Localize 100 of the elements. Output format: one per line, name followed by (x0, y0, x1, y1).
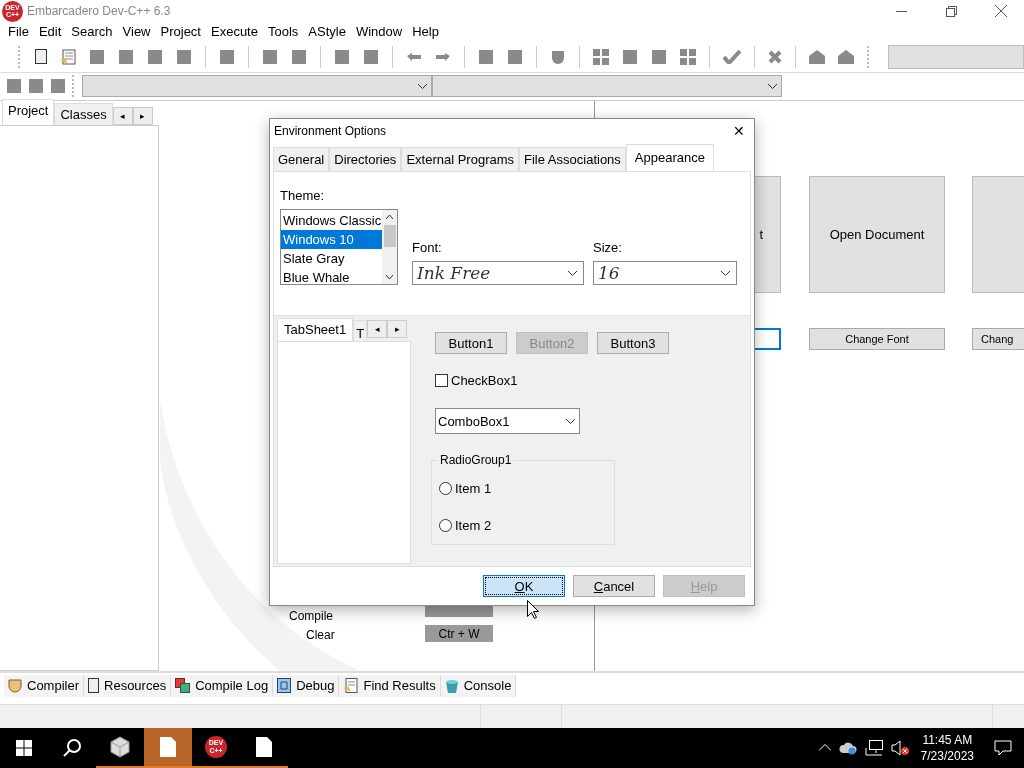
radio-button[interactable] (439, 519, 452, 532)
output-tab[interactable]: Compile Log (171, 674, 274, 697)
output-tab[interactable]: Find Results (339, 674, 441, 697)
minimize-icon[interactable] (895, 10, 907, 12)
menu-item[interactable]: Execute (206, 24, 263, 40)
notepad-icon[interactable] (60, 48, 76, 65)
chevron-up-icon[interactable] (818, 744, 831, 752)
font-dropdown[interactable]: Ink Free (412, 261, 584, 285)
search-icon[interactable] (62, 738, 82, 758)
network-icon[interactable] (864, 740, 883, 756)
grid-icon[interactable] (593, 48, 609, 65)
square-icon[interactable] (363, 48, 379, 65)
dialog-title: Environment Options (274, 124, 388, 138)
dialog-tab[interactable]: File Associations (519, 147, 626, 171)
square-icon[interactable] (50, 78, 66, 95)
font-label: Font: (412, 240, 443, 255)
checkbox[interactable] (435, 374, 448, 387)
square-icon[interactable] (176, 48, 192, 65)
dialog-tab[interactable]: General (273, 147, 330, 171)
square-icon[interactable] (651, 48, 667, 65)
theme-list[interactable]: Windows Classic Windows 10 Slate Gray Blue Whale (280, 209, 398, 285)
menu-item[interactable]: Window (350, 24, 408, 40)
tab-label: Resources (104, 678, 167, 693)
combo-box[interactable]: ComboBox1 (435, 408, 580, 434)
list-item[interactable]: Slate Gray (281, 249, 382, 268)
radio-label: Item 2 (455, 518, 492, 533)
menu-item[interactable]: Tools (262, 24, 304, 40)
sample-button[interactable]: Button3 (597, 332, 669, 354)
redo-icon[interactable] (435, 51, 451, 62)
tab-label: Compile Log (195, 678, 269, 693)
menu-item[interactable]: Project (155, 24, 206, 40)
square-icon[interactable] (118, 48, 134, 65)
speaker-muted-icon[interactable] (890, 740, 909, 756)
menu-item[interactable]: View (117, 24, 156, 40)
square-icon[interactable] (219, 48, 235, 65)
panel-tab[interactable]: Project (2, 99, 55, 126)
square-icon[interactable] (478, 48, 494, 65)
dialog-tab[interactable]: External Programs (401, 147, 520, 171)
caret-icon[interactable] (566, 418, 575, 424)
square-icon[interactable] (291, 48, 307, 65)
grid-icon[interactable] (680, 48, 696, 65)
preview-tab[interactable]: T (353, 320, 368, 343)
square-icon[interactable] (147, 48, 163, 65)
square-icon[interactable] (89, 48, 105, 65)
undo-icon[interactable] (406, 51, 422, 62)
menu-item[interactable]: File (3, 24, 34, 40)
scroll-left-button[interactable]: ◂ (367, 320, 388, 338)
output-tab[interactable]: Console (440, 674, 517, 697)
panel-tab[interactable]: Classes (54, 103, 113, 126)
square-icon[interactable] (6, 78, 22, 95)
square-icon[interactable] (622, 48, 638, 65)
menu-item[interactable]: Search (66, 24, 118, 40)
radio-button[interactable] (439, 482, 452, 495)
output-tab[interactable]: Compiler (4, 674, 84, 697)
shield-icon[interactable] (550, 48, 566, 65)
dialog-tab[interactable]: Appearance (625, 144, 714, 171)
menu-item[interactable]: AStyle (303, 24, 351, 40)
caret-icon[interactable] (721, 270, 730, 276)
combo-value: ComboBox1 (438, 413, 510, 429)
welcome-button[interactable]: Change Font (809, 328, 945, 351)
dialog-button[interactable]: Cancel (573, 575, 655, 597)
shortcut-key: Ctr + W (425, 625, 493, 643)
scrollbar[interactable] (382, 210, 397, 284)
caret-icon[interactable] (418, 83, 427, 89)
welcome-tile[interactable]: Open Document (809, 176, 945, 294)
checkbox-label: CheckBox1 (451, 373, 518, 388)
house-icon[interactable] (838, 49, 854, 64)
sample-button[interactable]: Button1 (435, 332, 507, 354)
size-dropdown[interactable]: 16 (593, 261, 737, 285)
dialog-tab[interactable]: Directories (329, 147, 402, 171)
dialog-button[interactable]: OK (483, 575, 565, 597)
notification-icon[interactable] (994, 740, 1012, 756)
scroll-left-button[interactable]: ◂ (112, 107, 133, 126)
menu-item[interactable]: Edit (33, 24, 67, 40)
new-file-icon[interactable] (35, 49, 47, 65)
square-icon[interactable] (334, 48, 350, 65)
preview-tab[interactable]: TabSheet1 (277, 318, 354, 341)
close-icon[interactable] (995, 5, 1007, 17)
caret-icon[interactable] (768, 83, 777, 89)
square-icon[interactable] (262, 48, 278, 65)
output-tab[interactable]: Resources (84, 674, 172, 697)
menu-item[interactable]: Help (407, 24, 444, 40)
restore-icon[interactable] (945, 5, 957, 17)
cloud-icon[interactable] (838, 741, 857, 755)
list-item[interactable]: Windows Classic (281, 211, 382, 230)
square-icon[interactable] (507, 48, 523, 65)
scroll-right-button[interactable]: ▸ (132, 107, 153, 126)
check-icon[interactable] (723, 49, 741, 64)
debug-icon (277, 678, 292, 693)
cross-icon[interactable] (768, 49, 782, 64)
scroll-right-button[interactable]: ▸ (387, 320, 408, 338)
output-tab[interactable]: Debug (273, 674, 340, 697)
close-button[interactable]: ✕ (724, 123, 754, 139)
welcome-button[interactable]: Chang (972, 328, 1024, 351)
list-item[interactable]: Windows 10 (281, 230, 382, 249)
scroll-thumb[interactable] (383, 225, 396, 247)
caret-icon[interactable] (568, 270, 577, 276)
list-item[interactable]: Blue Whale (281, 268, 382, 287)
house-icon[interactable] (809, 49, 825, 64)
square-icon[interactable] (28, 78, 44, 95)
